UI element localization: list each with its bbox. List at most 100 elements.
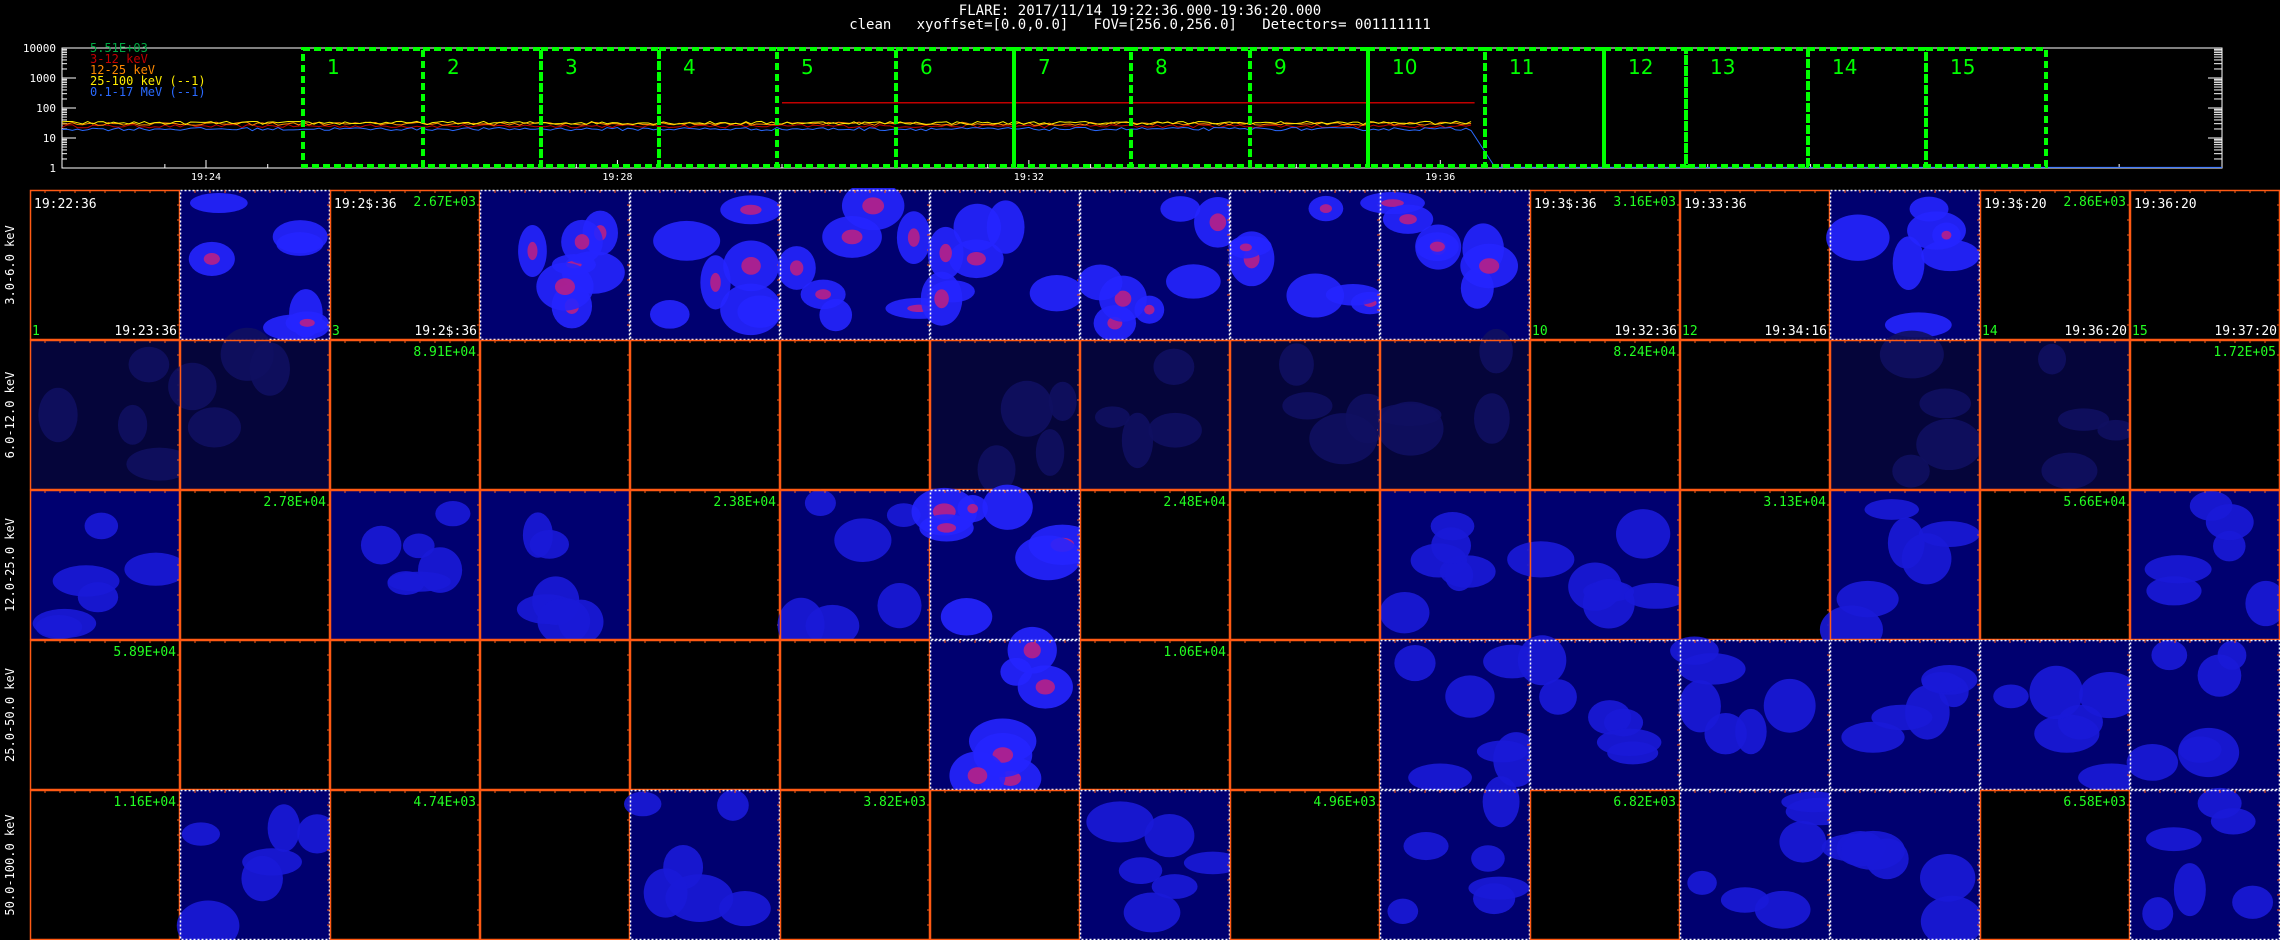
map-blob	[1118, 857, 1163, 885]
map-peak	[939, 243, 952, 263]
interval-box	[775, 47, 898, 168]
panel-end-time: 19:2$:36	[414, 324, 477, 339]
interval-number: 14	[1832, 55, 1857, 79]
map-blob	[267, 804, 301, 852]
figure-subtitle: clean xyoffset=[0.0,0.0] FOV=[256.0,256.…	[849, 17, 1431, 33]
map-blob	[1473, 393, 1510, 444]
map-peak	[527, 241, 538, 261]
panel-start-time: 19:3$:36	[1534, 197, 1597, 212]
map-blob	[804, 489, 836, 517]
map-blob	[1471, 845, 1505, 872]
map-blob	[2146, 827, 2202, 852]
map-blob	[1144, 813, 1195, 858]
map-peak	[1239, 243, 1252, 252]
map-peak	[740, 204, 762, 215]
map-blob	[2041, 452, 2098, 489]
panel-background	[330, 790, 480, 940]
map-blob	[2197, 654, 2242, 697]
panel-interval-number: 10	[1532, 324, 1548, 339]
map-blob	[653, 220, 721, 261]
panel-background	[1980, 190, 2130, 340]
map-blob	[1864, 499, 1919, 520]
panel-background	[2130, 340, 2280, 490]
interval-box	[1806, 47, 1928, 168]
panel-background	[30, 190, 180, 340]
panel-background	[630, 490, 780, 640]
lightcurve-xtick-label: 19:24	[191, 172, 221, 183]
energy-band-label: 6.0-12.0 keV	[3, 372, 17, 459]
map-blob	[1507, 541, 1575, 578]
map-blob	[1892, 236, 1925, 291]
map-blob	[1431, 527, 1472, 564]
map-blob	[1408, 763, 1472, 792]
panel-interval-number: 15	[2132, 324, 2148, 339]
map-blob	[360, 525, 402, 565]
panel-interval-number: 14	[1982, 324, 1998, 339]
lightcurve-ytick-label: 10000	[23, 42, 56, 55]
map-blob	[2142, 897, 2174, 931]
panel-background	[180, 640, 330, 790]
panel-max-label: 1.16E+04	[113, 795, 176, 810]
panel-background	[30, 640, 180, 790]
panel-background	[2130, 190, 2280, 340]
lightcurve-xtick-label: 19:32	[1014, 172, 1044, 183]
map-blob	[1596, 728, 1662, 757]
interval-number: 8	[1155, 55, 1168, 79]
panel-background	[1230, 490, 1380, 640]
map-blob	[1624, 582, 1688, 609]
map-blob	[2205, 503, 2254, 541]
interval-box	[1129, 47, 1252, 168]
panel-background	[780, 790, 930, 940]
energy-band-label: 50.0-100.0 keV	[3, 814, 17, 915]
map-blob	[1094, 406, 1130, 428]
map-blob	[1616, 509, 1671, 559]
map-peak	[1035, 679, 1055, 695]
map-peak	[967, 767, 988, 785]
map-blob	[1763, 678, 1816, 733]
map-blob	[1048, 381, 1077, 422]
map-blob	[220, 327, 274, 381]
map-blob	[1387, 898, 1419, 924]
map-peak	[934, 289, 949, 309]
interval-box	[1924, 47, 2048, 168]
lightcurve-plot: 10000100010010119:24 19:28 19:32 19:365.51E…	[23, 41, 2223, 183]
map-blob	[1403, 832, 1449, 861]
map-peak	[1319, 204, 1332, 214]
map-blob	[84, 512, 119, 540]
interval-number: 6	[920, 55, 933, 79]
panel-start-time: 19:3$:20	[1984, 197, 2047, 212]
map-blob	[1779, 821, 1827, 863]
panel-max-label: 6.82E+03	[1613, 795, 1676, 810]
map-blob	[1919, 854, 1976, 902]
map-blob	[2038, 343, 2067, 375]
map-blob	[1679, 680, 1721, 733]
panel-background	[330, 190, 480, 340]
figure-title: FLARE: 2017/11/14 19:22:36.000-19:36:20.…	[958, 3, 1322, 19]
lightcurve-series-line	[61, 126, 2222, 168]
map-blob	[537, 597, 591, 645]
map-blob	[1279, 343, 1314, 386]
interval-box	[1684, 47, 1810, 168]
panel-end-time: 19:37:20	[2214, 324, 2277, 339]
panel-start-time: 19:36:20	[2134, 197, 2197, 212]
map-peak	[967, 503, 978, 514]
map-peak	[1941, 230, 1952, 240]
map-blob	[1445, 675, 1495, 718]
panel-max-label: 1.72E+05	[2213, 345, 2276, 360]
map-blob	[1476, 740, 1528, 763]
map-blob	[190, 193, 248, 214]
interval-box	[1248, 47, 1370, 168]
interval-box	[1366, 47, 1487, 168]
map-blob	[643, 868, 688, 918]
map-blob	[877, 583, 922, 629]
lightcurve-ytick-label: 1000	[30, 72, 57, 85]
interval-number: 13	[1710, 55, 1735, 79]
panel-background	[30, 790, 180, 940]
map-peak	[966, 252, 986, 266]
map-blob	[624, 791, 662, 817]
map-blob	[2232, 885, 2274, 919]
interval-number: 4	[683, 55, 696, 79]
map-blob	[1377, 401, 1444, 456]
map-blob	[1921, 671, 1962, 693]
panel-background	[930, 790, 1080, 940]
